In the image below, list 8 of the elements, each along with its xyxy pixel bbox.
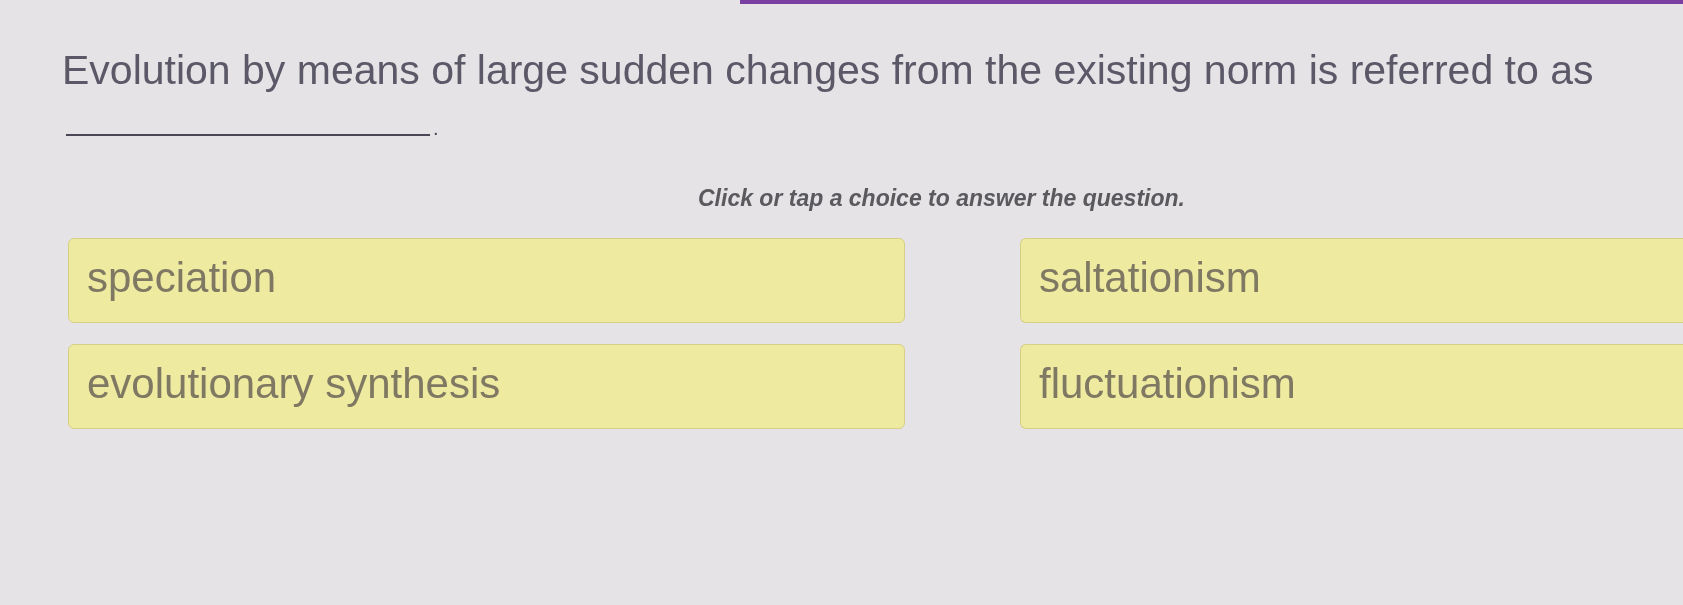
question-text: Evolution by means of large sudden changes from the existing norm is referred to as [62, 46, 1594, 94]
answer-choice[interactable]: speciation [68, 238, 905, 323]
answer-choice[interactable]: fluctuationism [1020, 344, 1683, 429]
answer-choice[interactable]: saltationism [1020, 238, 1683, 323]
sentence-period: . [433, 118, 439, 138]
fill-in-line[interactable] [66, 134, 430, 136]
answer-choice[interactable]: evolutionary synthesis [68, 344, 905, 429]
instruction-text: Click or tap a choice to answer the question. [698, 184, 1185, 212]
